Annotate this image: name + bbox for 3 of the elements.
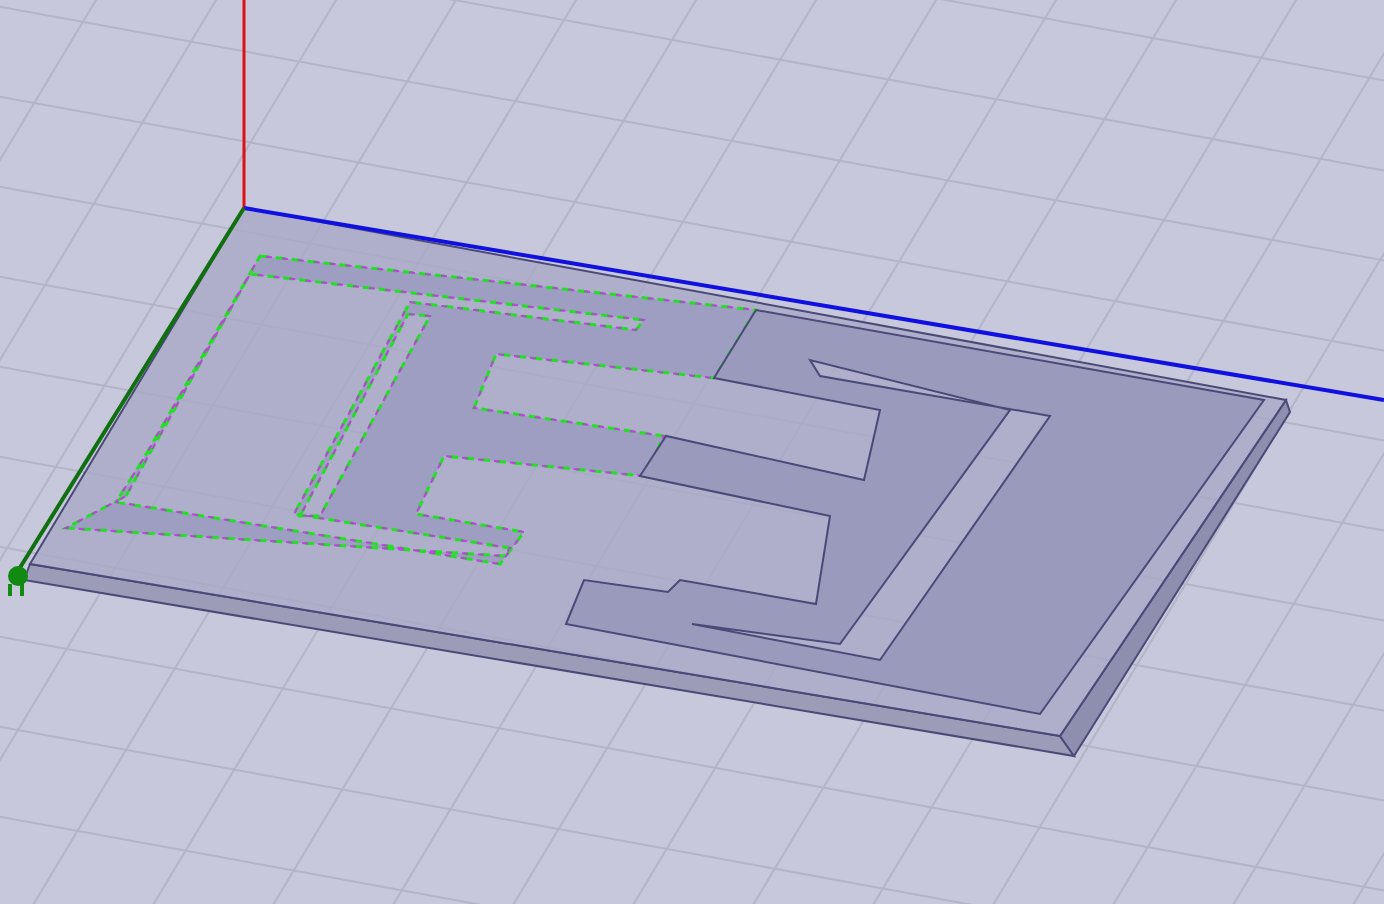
conductor-trace[interactable] — [564, 308, 1266, 716]
conductor-trace[interactable] — [60, 254, 759, 566]
origin-marker-icon — [8, 566, 28, 596]
